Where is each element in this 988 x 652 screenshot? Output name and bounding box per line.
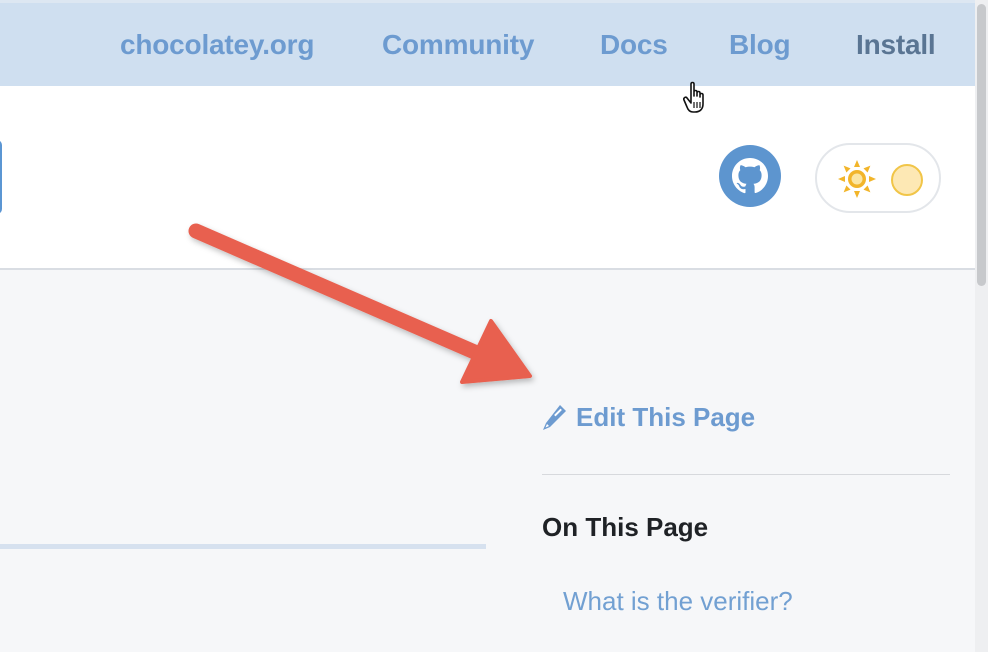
pencil-icon (543, 404, 566, 430)
nav-link-blog[interactable]: Blog (729, 29, 791, 61)
nav-link-docs[interactable]: Docs (600, 29, 668, 61)
toc-divider (542, 474, 950, 475)
theme-toggle[interactable] (815, 143, 941, 213)
nav-link-chocolatey[interactable]: chocolatey.org (120, 29, 314, 61)
moon-icon (891, 164, 923, 196)
hand-cursor-icon (683, 81, 704, 113)
scrollbar-thumb[interactable] (977, 4, 986, 286)
nav-link-install[interactable]: Install (856, 29, 936, 61)
site-header (0, 86, 975, 270)
edit-this-page-link[interactable]: Edit This Page (540, 402, 755, 433)
search-input[interactable] (0, 140, 2, 214)
top-navigation: chocolatey.org Community Docs Blog Insta… (0, 0, 975, 86)
nav-link-community[interactable]: Community (382, 29, 534, 61)
toc-title: On This Page (542, 512, 709, 542)
content-divider (0, 544, 486, 549)
toc-item-what-is-the-verifier[interactable]: What is the verifier? (563, 586, 793, 617)
sun-icon (838, 160, 876, 198)
github-icon[interactable] (719, 145, 781, 207)
edit-this-page-label: Edit This Page (576, 402, 756, 432)
vertical-scrollbar[interactable] (975, 0, 988, 652)
